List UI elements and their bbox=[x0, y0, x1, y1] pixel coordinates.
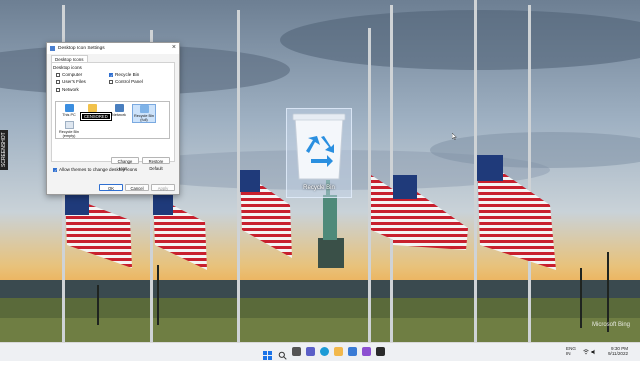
users-files-checkbox[interactable]: User's Files bbox=[56, 79, 86, 84]
desktop-settings-icon bbox=[50, 46, 55, 51]
volume-icon[interactable] bbox=[591, 349, 597, 355]
recycle-bin-checkbox-label: Recycle Bin bbox=[115, 72, 140, 77]
recycle-bin-checkbox[interactable]: ✓ Recycle Bin bbox=[109, 72, 139, 77]
clock-date: 9/11/2022 bbox=[608, 351, 629, 356]
icon-item-network[interactable]: Network bbox=[108, 104, 130, 117]
desktop-recycle-bin-label: Recycle Bin bbox=[303, 185, 335, 191]
restore-default-button[interactable]: Restore Default bbox=[142, 157, 170, 171]
control-panel-checkbox-label: Control Panel bbox=[115, 79, 143, 84]
checkbox-box bbox=[56, 72, 60, 77]
icon-item-recycle-bin-empty[interactable]: Recycle Bin (empty) bbox=[58, 121, 80, 138]
allow-themes-checkbox[interactable]: ✓ Allow themes to change desktop icons bbox=[53, 167, 137, 172]
side-watermark-tag: SCREENSHOT bbox=[0, 130, 8, 170]
terminal-icon[interactable] bbox=[376, 347, 385, 356]
apply-button[interactable]: Apply bbox=[151, 184, 175, 191]
users-files-checkbox-label: User's Files bbox=[62, 79, 86, 84]
desktop-recycle-bin-icon[interactable]: Recycle Bin bbox=[286, 108, 352, 198]
censored-label: CENSORED bbox=[80, 112, 112, 121]
checkbox-box bbox=[109, 79, 113, 84]
wifi-icon[interactable] bbox=[583, 349, 589, 355]
control-panel-checkbox[interactable]: Control Panel bbox=[109, 79, 143, 84]
monitor-icon bbox=[64, 104, 74, 112]
network-checkbox[interactable]: Network bbox=[56, 87, 79, 92]
bing-watermark: Microsoft Bing bbox=[591, 322, 630, 328]
checkbox-box bbox=[56, 79, 60, 84]
change-icon-button[interactable]: Change Icon... bbox=[111, 157, 139, 171]
network-icon bbox=[114, 104, 124, 112]
task-view-icon[interactable] bbox=[292, 347, 301, 356]
cancel-button[interactable]: Cancel bbox=[125, 184, 149, 191]
mouse-pointer-icon bbox=[452, 133, 457, 140]
recycle-bin-icon bbox=[292, 113, 346, 180]
language-region: IN bbox=[566, 351, 571, 356]
icon-item-this-pc[interactable]: This PC bbox=[58, 104, 80, 117]
folder-icon bbox=[87, 104, 97, 112]
language-indicator[interactable]: ENG IN bbox=[566, 346, 576, 356]
clock[interactable]: 9:30 PM 9/11/2022 bbox=[608, 346, 628, 356]
file-explorer-icon[interactable] bbox=[334, 347, 343, 356]
windows-start-icon[interactable] bbox=[263, 347, 272, 360]
search-icon[interactable] bbox=[278, 347, 287, 360]
desktop-icons-group-label: Desktop icons bbox=[53, 65, 82, 70]
allow-themes-label: Allow themes to change desktop icons bbox=[59, 167, 138, 172]
dialog-title-bar[interactable]: Desktop Icon Settings × bbox=[47, 43, 179, 54]
close-icon[interactable]: × bbox=[172, 44, 176, 51]
computer-checkbox-label: Computer bbox=[62, 72, 83, 77]
network-checkbox-label: Network bbox=[62, 87, 79, 92]
checkbox-box bbox=[56, 87, 60, 92]
icon-item-label: Network bbox=[112, 113, 126, 117]
icon-item-label: Recycle Bin (full) bbox=[133, 114, 155, 122]
checkbox-box-checked: ✓ bbox=[109, 72, 114, 78]
dialog-title: Desktop Icon Settings bbox=[58, 46, 105, 51]
taskbar: ENG IN 9:30 PM 9/11/2022 bbox=[0, 342, 640, 361]
edge-icon[interactable] bbox=[320, 347, 329, 356]
store-icon[interactable] bbox=[348, 347, 357, 356]
icon-item-user-folder[interactable]: CENSORED bbox=[80, 104, 112, 121]
icon-item-recycle-bin-full[interactable]: Recycle Bin (full) bbox=[132, 104, 156, 123]
ok-button[interactable]: OK bbox=[99, 184, 123, 191]
recycle-bin-full-icon bbox=[139, 105, 149, 113]
media-icon[interactable] bbox=[362, 347, 371, 356]
checkbox-box-checked: ✓ bbox=[53, 167, 58, 173]
icon-item-label: This PC bbox=[62, 113, 76, 117]
icon-preview-list[interactable]: This PC CENSORED Network Recycle Bin (fu… bbox=[55, 101, 170, 139]
desktop-icon-settings-dialog: Desktop Icon Settings × Desktop Icons De… bbox=[46, 42, 180, 195]
icon-item-label: Recycle Bin (empty) bbox=[58, 130, 80, 138]
chat-icon[interactable] bbox=[306, 347, 315, 356]
recycle-bin-empty-icon bbox=[64, 121, 74, 129]
computer-checkbox[interactable]: Computer bbox=[56, 72, 82, 77]
